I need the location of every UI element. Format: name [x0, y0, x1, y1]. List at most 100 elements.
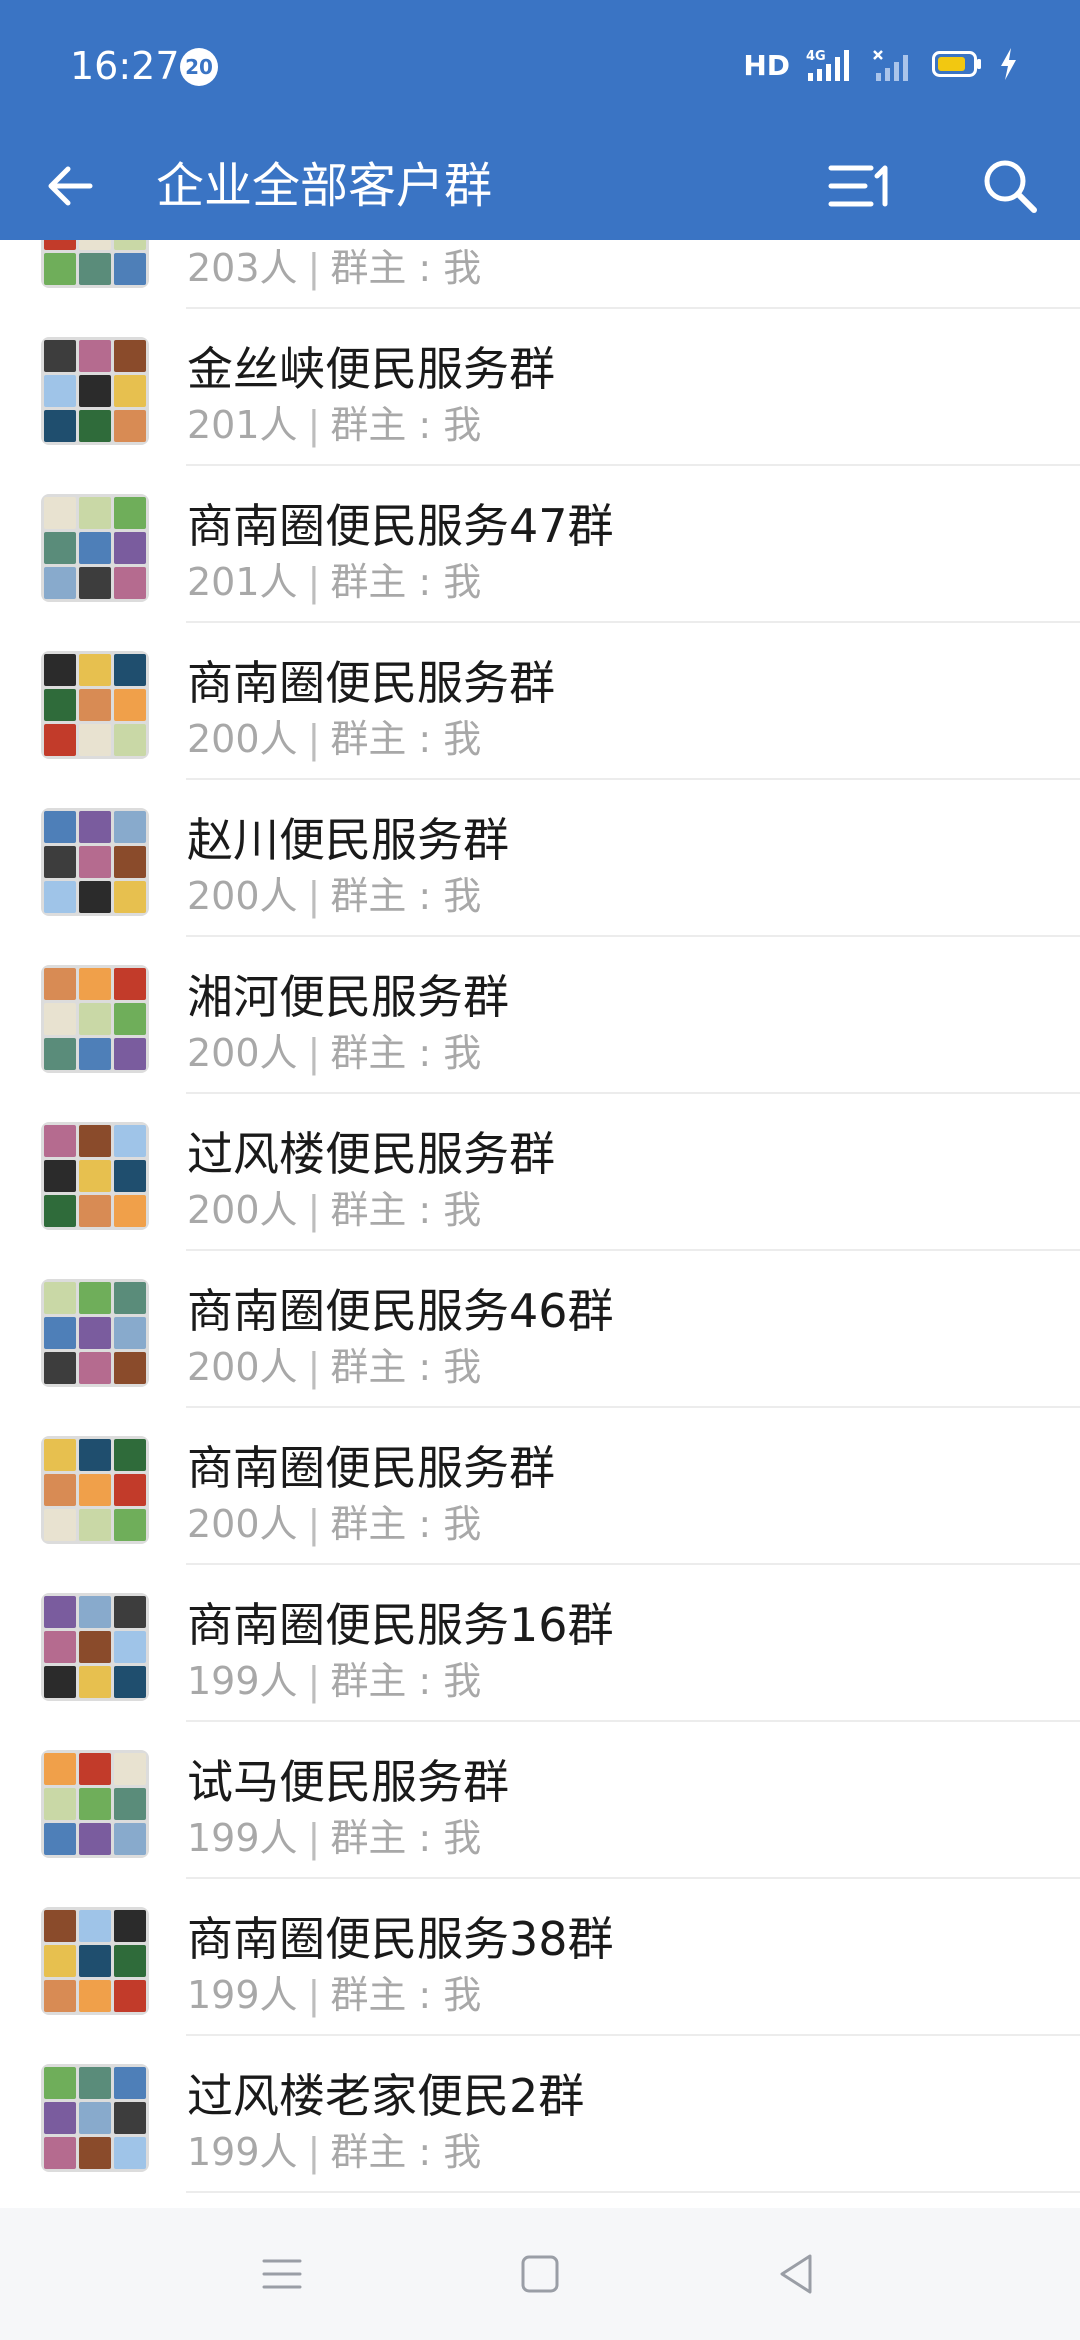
group-meta: 201人 | 群主 : 我 [187, 401, 481, 449]
sort-button[interactable] [820, 146, 900, 226]
group-row[interactable]: 金丝峡便民服务群 201人 | 群主 : 我 [0, 309, 1080, 466]
group-name: 过风楼便民服务群 [187, 1127, 555, 1181]
group-name: 商南圈便民服务群 [187, 1441, 555, 1495]
group-avatar [41, 1436, 149, 1544]
member-count: 199人 [187, 1973, 298, 2017]
separator: | [307, 1031, 321, 1075]
app-header: 16:27 20 HD 4G 企业全部客户群 [0, 0, 1080, 240]
group-owner: 群主 : 我 [330, 1973, 482, 2017]
separator: | [307, 2130, 321, 2174]
separator: | [307, 1345, 321, 1389]
member-count: 200人 [187, 874, 298, 918]
sort-icon [828, 165, 888, 207]
member-count: 200人 [187, 717, 298, 761]
group-row[interactable]: 试马便民服务群 199人 | 群主 : 我 [0, 1722, 1080, 1879]
group-row[interactable]: 商南圈便民服务群 200人 | 群主 : 我 [0, 623, 1080, 780]
group-owner: 群主 : 我 [330, 1816, 482, 1860]
group-meta: 200人 | 群主 : 我 [187, 1186, 481, 1234]
group-name: 商南圈便民服务47群 [187, 499, 614, 553]
svg-text:4G: 4G [806, 49, 826, 64]
group-name: 商南圈便民服务46群 [187, 1284, 614, 1338]
arrow-left-icon [48, 166, 93, 206]
separator: | [307, 1188, 321, 1232]
group-avatar [41, 1907, 149, 2015]
group-meta: 200人 | 群主 : 我 [187, 1500, 481, 1548]
group-owner: 群主 : 我 [330, 1345, 482, 1389]
member-count: 201人 [187, 403, 298, 447]
group-row[interactable]: 203人 | 群主 : 我 [0, 240, 1080, 309]
status-bar: 16:27 20 HD 4G [0, 0, 1080, 130]
separator: | [307, 1659, 321, 1703]
group-row[interactable]: 过风楼便民服务群 200人 | 群主 : 我 [0, 1094, 1080, 1251]
group-owner: 群主 : 我 [330, 2130, 482, 2174]
battery-icon [932, 49, 984, 83]
group-meta: 200人 | 群主 : 我 [187, 1343, 481, 1391]
charging-icon [998, 47, 1018, 85]
group-owner: 群主 : 我 [330, 1031, 482, 1075]
nav-back-button[interactable] [756, 2234, 836, 2314]
group-avatar [41, 494, 149, 602]
separator: | [307, 1502, 321, 1546]
system-navigation-bar [0, 2208, 1080, 2340]
group-row[interactable]: 商南圈便民服务群 200人 | 群主 : 我 [0, 1408, 1080, 1565]
row-divider [186, 2191, 1080, 2193]
group-meta: 199人 | 群主 : 我 [187, 2128, 481, 2176]
triangle-back-icon [780, 2254, 812, 2294]
group-meta: 199人 | 群主 : 我 [187, 1657, 481, 1705]
member-count: 199人 [187, 1659, 298, 1703]
group-meta: 199人 | 群主 : 我 [187, 1814, 481, 1862]
group-meta: 200人 | 群主 : 我 [187, 715, 481, 763]
group-owner: 群主 : 我 [330, 717, 482, 761]
nav-menu-button[interactable] [242, 2234, 322, 2314]
group-avatar [41, 965, 149, 1073]
nav-home-button[interactable] [500, 2234, 580, 2314]
group-row[interactable]: 商南圈便民服务47群 201人 | 群主 : 我 [0, 466, 1080, 623]
status-time: 16:27 [70, 44, 180, 88]
group-list-content: 203人 | 群主 : 我金丝峡便民服务群 201人 | 群主 : 我商南圈便民服务47群… [0, 240, 1080, 2193]
menu-icon [262, 2259, 302, 2289]
group-row[interactable]: 商南圈便民服务38群 199人 | 群主 : 我 [0, 1879, 1080, 2036]
signal-no-service-icon [872, 47, 918, 85]
separator: | [307, 874, 321, 918]
search-icon [984, 160, 1037, 213]
group-avatar [41, 1122, 149, 1230]
group-owner: 群主 : 我 [330, 1659, 482, 1703]
group-name: 商南圈便民服务群 [187, 656, 555, 710]
member-count: 203人 [187, 246, 298, 290]
group-list[interactable]: 203人 | 群主 : 我金丝峡便民服务群 201人 | 群主 : 我商南圈便民服务47群… [0, 240, 1080, 2208]
group-owner: 群主 : 我 [330, 560, 482, 604]
group-row[interactable]: 湘河便民服务群 200人 | 群主 : 我 [0, 937, 1080, 1094]
group-avatar [41, 1750, 149, 1858]
group-owner: 群主 : 我 [330, 1502, 482, 1546]
group-avatar [41, 240, 149, 288]
group-owner: 群主 : 我 [330, 874, 482, 918]
member-count: 200人 [187, 1502, 298, 1546]
group-meta: 203人 | 群主 : 我 [187, 244, 481, 292]
square-icon [521, 2255, 559, 2293]
back-button[interactable] [30, 146, 110, 226]
group-avatar [41, 1279, 149, 1387]
search-button[interactable] [970, 146, 1050, 226]
group-avatar [41, 651, 149, 759]
member-count: 200人 [187, 1031, 298, 1075]
group-name: 试马便民服务群 [187, 1755, 509, 1809]
group-owner: 群主 : 我 [330, 403, 482, 447]
group-name: 金丝峡便民服务群 [187, 342, 555, 396]
group-name: 赵川便民服务群 [187, 813, 509, 867]
status-indicators: HD 4G [743, 44, 1018, 88]
group-meta: 200人 | 群主 : 我 [187, 872, 481, 920]
group-name: 商南圈便民服务38群 [187, 1912, 614, 1966]
signal-4g-icon: 4G [804, 47, 858, 85]
group-row[interactable]: 商南圈便民服务16群 199人 | 群主 : 我 [0, 1565, 1080, 1722]
member-count: 200人 [187, 1188, 298, 1232]
member-count: 199人 [187, 2130, 298, 2174]
group-name: 湘河便民服务群 [187, 970, 509, 1024]
group-name: 商南圈便民服务16群 [187, 1598, 614, 1652]
separator: | [307, 560, 321, 604]
group-row[interactable]: 赵川便民服务群 200人 | 群主 : 我 [0, 780, 1080, 937]
group-row[interactable]: 商南圈便民服务46群 200人 | 群主 : 我 [0, 1251, 1080, 1408]
group-row[interactable]: 过风楼老家便民2群 199人 | 群主 : 我 [0, 2036, 1080, 2193]
group-avatar [41, 337, 149, 445]
separator: | [307, 1973, 321, 2017]
member-count: 201人 [187, 560, 298, 604]
